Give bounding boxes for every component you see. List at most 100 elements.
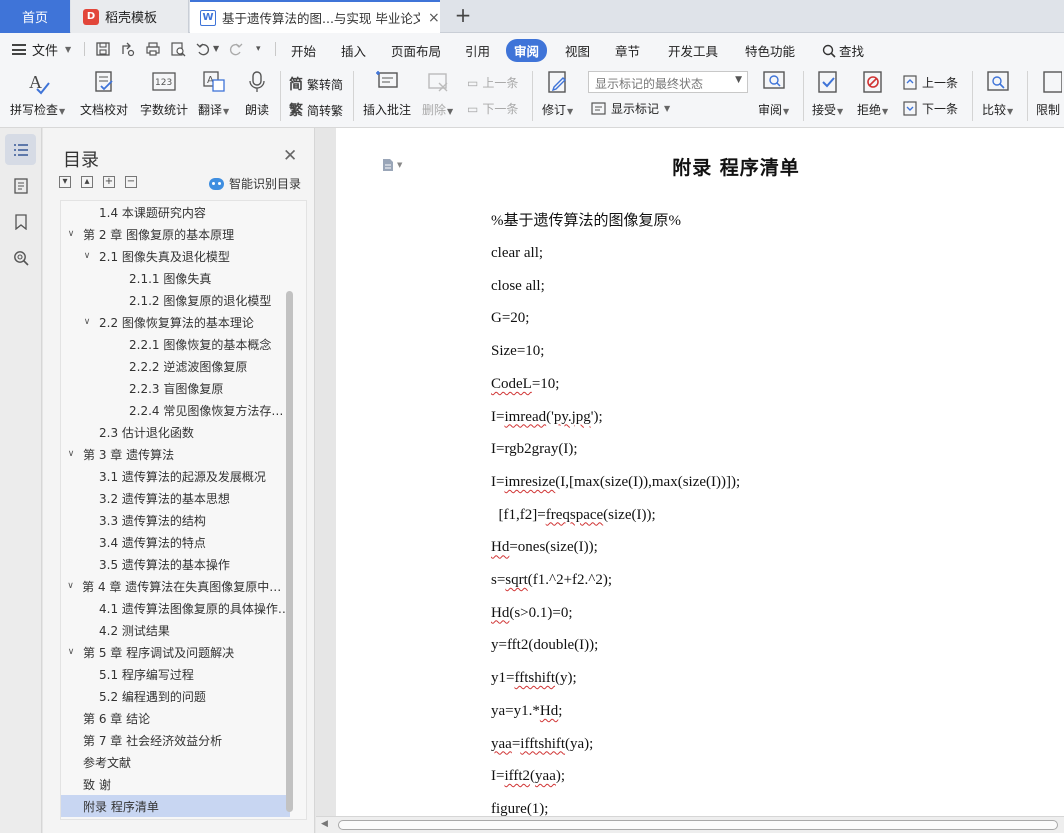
chevron-down-icon[interactable]: ∨ bbox=[65, 229, 77, 239]
toc-item[interactable]: 第 6 章 结论 bbox=[61, 707, 290, 729]
next-comment-button[interactable]: ▭ 下一条 bbox=[467, 100, 518, 117]
next-change-button[interactable]: 下一条 bbox=[903, 100, 958, 117]
toc-item[interactable]: 2.2.4 常见图像恢复方法存在问题... bbox=[61, 399, 290, 421]
toc-item[interactable]: 2.2.3 盲图像复原 bbox=[61, 377, 290, 399]
reject-button[interactable]: 拒绝▼ bbox=[857, 69, 888, 118]
toc-item[interactable]: 3.4 遗传算法的特点 bbox=[61, 531, 290, 553]
menu-start[interactable]: 开始 bbox=[291, 41, 316, 60]
trad-to-simp-button[interactable]: 简 繁转简 bbox=[289, 74, 343, 94]
toc-item[interactable]: 3.5 遗传算法的基本操作 bbox=[61, 553, 290, 575]
spellcheck-label: 拼写检查▼ bbox=[10, 103, 66, 117]
toc-item[interactable]: ∨ 第 5 章 程序调试及问题解决 bbox=[61, 641, 290, 663]
redo-icon[interactable] bbox=[228, 41, 244, 57]
menu-references[interactable]: 引用 bbox=[465, 41, 490, 60]
chevron-down-icon[interactable]: ∨ bbox=[65, 581, 76, 591]
prev-comment-button[interactable]: ▭ 上一条 bbox=[467, 74, 518, 91]
prev-change-button[interactable]: 上一条 bbox=[903, 74, 958, 91]
delete-comment-button[interactable]: 删除▼ bbox=[422, 69, 453, 118]
toc-item[interactable]: 2.2.2 逆滤波图像复原 bbox=[61, 355, 290, 377]
find-pane-button[interactable] bbox=[5, 242, 36, 273]
close-icon[interactable]: × bbox=[428, 10, 440, 26]
menu-view[interactable]: 视图 bbox=[565, 41, 590, 60]
toc-item[interactable]: 4.2 测试结果 bbox=[61, 619, 290, 641]
tab-document[interactable]: W 基于遗传算法的图...与实现 毕业论文 × bbox=[190, 0, 440, 33]
toc-item[interactable]: 3.2 遗传算法的基本思想 bbox=[61, 487, 290, 509]
toc-item[interactable]: 3.3 遗传算法的结构 bbox=[61, 509, 290, 531]
toc-item[interactable]: 4.1 遗传算法图像复原的具体操作步骤 bbox=[61, 597, 290, 619]
undo-dropdown-icon[interactable]: ▼ bbox=[213, 41, 219, 57]
bookmarks-button[interactable] bbox=[5, 206, 36, 237]
review-pane-icon bbox=[761, 69, 787, 95]
menu-page-layout[interactable]: 页面布局 bbox=[391, 41, 441, 60]
toc-item[interactable]: ∨ 2.2 图像恢复算法的基本理论 bbox=[61, 311, 290, 333]
horizontal-scroll-thumb[interactable] bbox=[338, 820, 1058, 830]
menu-insert[interactable]: 插入 bbox=[341, 41, 366, 60]
show-markup-button[interactable]: 显示标记 ▼ bbox=[591, 100, 670, 117]
compare-button[interactable]: 比较▼ bbox=[982, 69, 1013, 118]
toc-item[interactable]: 2.3 估计退化函数 bbox=[61, 421, 290, 443]
restrict-button[interactable]: 限制 bbox=[1036, 69, 1062, 118]
close-icon[interactable]: ✕ bbox=[283, 146, 297, 166]
tab-template[interactable]: D 稻壳模板 bbox=[71, 0, 189, 33]
document-page[interactable]: ▼ 附录 程序清单 %基于遗传算法的图像复原% clear all; close … bbox=[336, 128, 1064, 818]
toc-item[interactable]: 第 7 章 社会经济效益分析 bbox=[61, 729, 290, 751]
toc-scrollbar[interactable] bbox=[286, 291, 293, 812]
toc-pane-button[interactable] bbox=[5, 134, 36, 165]
toc-item[interactable]: 5.1 程序编写过程 bbox=[61, 663, 290, 685]
translate-button[interactable]: A 翻译▼ bbox=[198, 69, 229, 118]
menu-sections[interactable]: 章节 bbox=[615, 41, 640, 60]
print-icon[interactable] bbox=[145, 41, 161, 57]
collapse-all-icon[interactable]: ▴ bbox=[81, 176, 93, 188]
tab-home[interactable]: 首页 bbox=[0, 0, 70, 33]
menu-special[interactable]: 特色功能 bbox=[745, 41, 795, 60]
review-button[interactable]: 审阅▼ bbox=[758, 69, 789, 118]
toc-item[interactable]: 2.1.1 图像失真 bbox=[61, 267, 290, 289]
file-menu[interactable]: 文件 ▼ bbox=[12, 40, 71, 59]
toc-item[interactable]: 参考文献 bbox=[61, 751, 290, 773]
toc-item[interactable]: 5.2 编程遇到的问题 bbox=[61, 685, 290, 707]
chevron-down-icon[interactable]: ∨ bbox=[65, 647, 77, 657]
add-heading-icon[interactable]: + bbox=[103, 176, 115, 188]
chevron-down-icon[interactable]: ∨ bbox=[65, 449, 77, 459]
save-icon[interactable] bbox=[95, 41, 111, 57]
toc-item[interactable]: ∨ 第 3 章 遗传算法 bbox=[61, 443, 290, 465]
chevron-left-icon[interactable]: ◀ bbox=[321, 819, 328, 829]
page-thumbnails-button[interactable] bbox=[5, 170, 36, 201]
toc-item[interactable]: 附录 程序清单 bbox=[61, 795, 290, 817]
markup-state-select[interactable]: 显示标记的最终状态 ▼ bbox=[588, 71, 748, 93]
proofread-button[interactable]: 文档校对 bbox=[80, 69, 128, 118]
customize-toolbar-icon[interactable]: ▾ bbox=[256, 41, 261, 57]
simp-to-trad-button[interactable]: 繁 简转繁 bbox=[289, 100, 343, 120]
chevron-down-icon[interactable]: ∨ bbox=[81, 251, 93, 261]
toc-item[interactable]: 3.1 遗传算法的起源及发展概况 bbox=[61, 465, 290, 487]
read-aloud-button[interactable]: 朗读 bbox=[244, 69, 270, 118]
spellcheck-button[interactable]: A 拼写检查▼ bbox=[10, 69, 65, 118]
toc-item[interactable]: 2.2.1 图像恢复的基本概念 bbox=[61, 333, 290, 355]
search-button[interactable]: 查找 bbox=[822, 41, 864, 60]
toc-panel: 目录 ✕ ▾ ▴ + − 智能识别目录 1.4 本课题研究内容 ∨ 第 2 章 图像… bbox=[43, 128, 315, 833]
toc-item[interactable]: 2.1.2 图像复原的退化模型 bbox=[61, 289, 290, 311]
print-preview-icon[interactable] bbox=[170, 41, 186, 57]
new-tab-button[interactable]: + bbox=[452, 4, 474, 28]
divider bbox=[1027, 71, 1028, 121]
export-icon[interactable] bbox=[120, 41, 136, 57]
menu-developer[interactable]: 开发工具 bbox=[668, 41, 718, 60]
tab-template-label: 稻壳模板 bbox=[105, 11, 158, 26]
toc-item[interactable]: 致 谢 bbox=[61, 773, 290, 795]
toc-item[interactable]: ∨ 2.1 图像失真及退化模型 bbox=[61, 245, 290, 267]
expand-all-icon[interactable]: ▾ bbox=[59, 176, 71, 188]
menu-review[interactable]: 审阅 bbox=[506, 39, 548, 62]
accept-button[interactable]: 接受▼ bbox=[812, 69, 843, 118]
word-count-button[interactable]: 123 字数统计 bbox=[140, 69, 188, 118]
insert-comment-button[interactable]: 插入批注 bbox=[363, 69, 411, 118]
toc-item[interactable]: 1.4 本课题研究内容 bbox=[61, 201, 290, 223]
revise-button[interactable]: 修订▼ bbox=[542, 69, 573, 118]
remove-heading-icon[interactable]: − bbox=[125, 176, 137, 188]
smart-toc-button[interactable]: 智能识别目录 bbox=[209, 175, 301, 192]
chevron-down-icon[interactable]: ∨ bbox=[81, 317, 93, 327]
toc-item[interactable]: ∨ 第 2 章 图像复原的基本原理 bbox=[61, 223, 290, 245]
undo-icon[interactable] bbox=[195, 41, 211, 57]
trad-simp-icon: 简 bbox=[289, 77, 303, 93]
horizontal-scrollbar[interactable]: ◀ bbox=[316, 816, 1064, 833]
toc-item[interactable]: ∨ 第 4 章 遗传算法在失真图像复原中的应用 bbox=[61, 575, 290, 597]
